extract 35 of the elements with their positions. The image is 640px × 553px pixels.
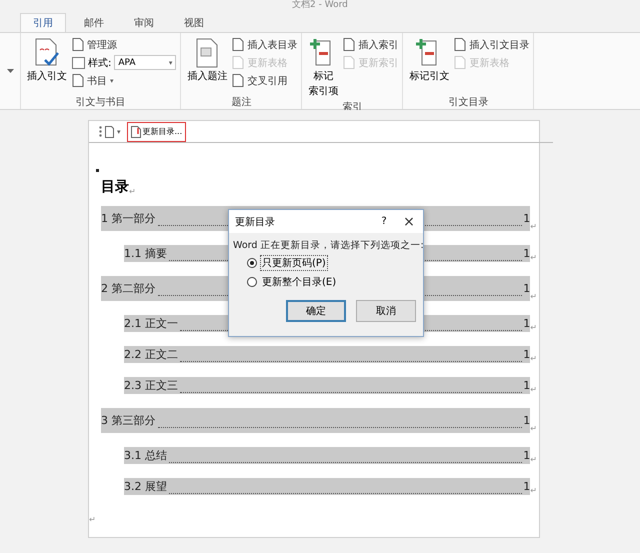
dialog-title: 更新目录 xyxy=(235,216,275,228)
paragraph-mark: ↵ xyxy=(530,385,537,394)
paragraph-mark: ↵ xyxy=(530,354,537,363)
toc-title: 3 第三部分 xyxy=(101,413,156,428)
page-number: 1 xyxy=(522,379,530,392)
toc-title: 2 第二部分 xyxy=(101,281,156,296)
page-number: 1 xyxy=(522,317,530,330)
paragraph-mark: ↵ xyxy=(530,253,537,262)
toc-title: 1 第一部分 xyxy=(101,211,156,226)
paragraph-mark: ↵ xyxy=(530,455,537,464)
style-label: 样式: xyxy=(88,56,112,70)
page-number: 1 xyxy=(522,348,530,361)
page-number: 1 xyxy=(522,282,530,295)
page-number: 1 xyxy=(522,247,530,260)
toc-title: 2.3 正文三 xyxy=(124,378,179,393)
paragraph-mark: ↵ xyxy=(129,187,136,196)
group-label: 题注 xyxy=(230,96,252,109)
page-number: 1 xyxy=(522,212,530,225)
group-label: 引文目录 xyxy=(447,96,490,109)
group-label: 引文与书目 xyxy=(74,96,127,109)
paragraph-mark: ↵ xyxy=(530,323,537,332)
paragraph-mark: ↵ xyxy=(530,222,537,231)
paragraph-mark: ↵ xyxy=(530,424,537,433)
toc-title: 2.1 正文一 xyxy=(124,316,179,331)
toc-title: 2.2 正文二 xyxy=(124,347,179,362)
page-number: 1 xyxy=(522,480,530,493)
paragraph-mark: ↵ xyxy=(89,515,96,524)
toc-title: 1.1 摘要 xyxy=(124,246,168,261)
toc-title: 3.2 展望 xyxy=(124,479,168,494)
paragraph-mark: ↵ xyxy=(530,292,537,301)
toc-title: 3.1 总结 xyxy=(124,448,168,463)
toc-heading: 目录 xyxy=(101,178,129,196)
page-number: 1 xyxy=(522,449,530,462)
paragraph-mark: ↵ xyxy=(530,486,537,495)
page-number: 1 xyxy=(522,414,530,427)
